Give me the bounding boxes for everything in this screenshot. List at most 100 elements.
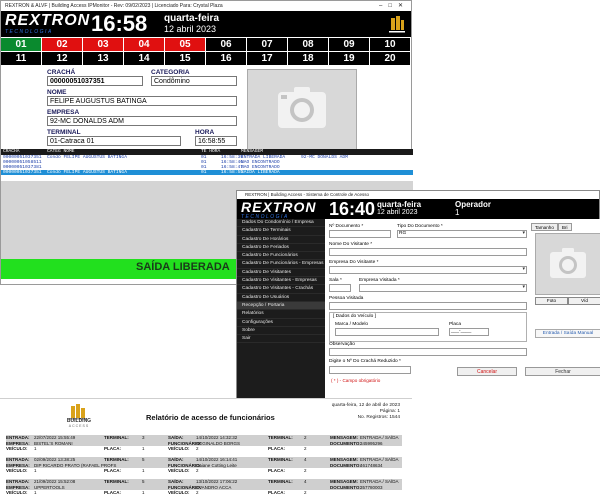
menu-item[interactable]: Recepção / Portaria <box>237 301 325 311</box>
n-documento-input[interactable] <box>329 230 391 238</box>
registration-header: REXTRON TECNOLOGIA 16:40 quarta-feira 12… <box>237 199 599 220</box>
nome-field: FELIPE AUGUSTUS BATINGA <box>47 96 237 106</box>
marca-modelo-input[interactable] <box>335 328 439 336</box>
gate-01[interactable]: 01 <box>1 38 41 51</box>
rextron-logo-small: REXTRON TECNOLOGIA <box>241 200 321 220</box>
log-row[interactable]: 00000051037351 Condô FELIPE AUGUSTUS BATI… <box>1 170 413 175</box>
gate-04[interactable]: 04 <box>124 38 164 51</box>
gate-12[interactable]: 12 <box>42 52 82 65</box>
gate-06[interactable]: 06 <box>206 38 246 51</box>
menu-item[interactable]: Cadastro De Visitantes - Empresas <box>237 277 325 286</box>
menu-item[interactable]: Configurações <box>237 319 325 327</box>
manual-entry-exit-button[interactable]: Entrada / Saída Manual <box>535 329 600 338</box>
gate-20[interactable]: 20 <box>370 52 410 65</box>
monitor-title-text: REXTRON & ALVF | Building Access IPMonit… <box>5 3 223 9</box>
record-band: ENTRADA: 21/09/2022 15:52:08 TERMINAL: 5 SAÍ… <box>6 479 402 490</box>
menu-item[interactable]: Cadastro De Visitantes - Crachás <box>237 285 325 294</box>
report-meta: quarta-feira, 12 de abril de 2023 Página… <box>332 403 400 421</box>
menu-item[interactable]: Cadastro De Funcionários <box>237 252 325 261</box>
record-placa2: 2 <box>304 468 307 473</box>
gate-row-1: 01 02 03 04 05 06 07 08 09 10 <box>1 38 411 51</box>
operator-label: Operador <box>455 200 492 209</box>
pessoa-visitada-input[interactable] <box>329 302 527 310</box>
gate-07[interactable]: 07 <box>247 38 287 51</box>
record-veiculo-lbl: VEÍCULO: <box>6 468 28 473</box>
gate-02[interactable]: 02 <box>42 38 82 51</box>
photo-button[interactable]: Foto <box>535 297 568 305</box>
record-placa: 1 <box>142 468 145 473</box>
sala-input[interactable] <box>329 284 351 292</box>
nome-visitante-input[interactable] <box>329 248 527 256</box>
record-veiculo: 1 <box>34 490 37 495</box>
empresa-visitante-label: Empresa Do Visitante * <box>329 260 379 265</box>
gate-10[interactable]: 10 <box>370 38 410 51</box>
record-veiculo2: 2 <box>196 468 199 473</box>
building-logo-icon <box>389 16 405 33</box>
tab-bri[interactable]: Bri <box>557 223 572 231</box>
record-veiculo2-lbl: VEÍCULO: <box>168 446 190 451</box>
gate-09[interactable]: 09 <box>329 38 369 51</box>
record-placa: 1 <box>142 446 145 451</box>
menu-item[interactable]: Cadastro De Horários <box>237 236 325 244</box>
side-menu: Dados Do Condomínio / Empresa Cadastro De… <box>237 219 325 399</box>
empresa-visitada-label: Empresa Visitada * <box>359 278 400 283</box>
gate-15[interactable]: 15 <box>165 52 205 65</box>
record-band: ENTRADA: 02/09/2022 13:38:25 TERMINAL: 5 SAÍ… <box>6 457 402 468</box>
nome-label: NOME <box>47 89 67 96</box>
video-button[interactable]: Víd <box>568 297 600 305</box>
report-record: ENTRADA: 02/09/2022 13:38:25 TERMINAL: 5 SAÍ… <box>6 457 402 474</box>
menu-item[interactable]: Sair <box>237 335 325 344</box>
gate-03[interactable]: 03 <box>83 38 123 51</box>
operator-info: Operador 1 <box>455 201 491 217</box>
terminal-label: TERMINAL <box>47 129 81 136</box>
window-controls[interactable]: –□✕ <box>379 1 409 11</box>
tab-tamanho[interactable]: Tamanho <box>531 223 558 231</box>
menu-item[interactable]: Cadastro De Feriados <box>237 244 325 253</box>
menu-item[interactable]: Sobre <box>237 327 325 336</box>
tipo-documento-select[interactable]: RG <box>397 230 527 238</box>
status-message: SAÍDA LIBERADA <box>136 261 230 273</box>
gate-11[interactable]: 11 <box>1 52 41 65</box>
report-record-count: No. Registros: 1544 <box>357 415 400 420</box>
gate-19[interactable]: 19 <box>329 52 369 65</box>
monitor-header: REXTRON TECNOLOGIA 16:58 quarta-feira 12… <box>1 11 411 37</box>
cracha-field: 00000051037351 <box>47 76 143 86</box>
cracha-label: CRACHÁ <box>47 69 76 76</box>
menu-item[interactable]: Cadastro De Visitantes <box>237 269 325 278</box>
tipo-documento-label: Tipo Do Documento * <box>397 224 443 229</box>
camera-icon <box>278 87 326 128</box>
empresa-visitante-select[interactable] <box>329 266 527 274</box>
gate-18[interactable]: 18 <box>288 52 328 65</box>
observacao-input[interactable] <box>329 348 527 356</box>
log-nome: Condô FELIPE AUGUSTUS BATINGA <box>47 170 127 175</box>
close-button[interactable]: Fechar <box>525 367 600 376</box>
nome-visitante-label: Nome Do Visitante * <box>329 242 373 247</box>
record-veiculo2: 2 <box>196 490 199 495</box>
record-doc: 345995296 <box>360 440 383 446</box>
categoria-field: Condômino <box>151 76 237 86</box>
gate-08[interactable]: 08 <box>288 38 328 51</box>
cracha-reduzido-input[interactable] <box>329 366 411 374</box>
cancel-button[interactable]: Cancelar <box>457 367 517 376</box>
placa-input[interactable]: ___-____ <box>449 328 489 336</box>
empresa-visitada-select[interactable] <box>359 284 527 292</box>
gate-16[interactable]: 16 <box>206 52 246 65</box>
menu-item[interactable]: Cadastro De Usuários <box>237 294 325 302</box>
menu-item[interactable]: Cadastro De Terminais <box>237 227 325 236</box>
gate-row-2: 11 12 13 14 15 16 17 18 19 20 <box>1 52 411 65</box>
gate-05[interactable]: 05 <box>165 38 205 51</box>
report-record: ENTRADA: 22/07/2022 15:55:49 TERMINAL: 3 SAÍ… <box>6 435 402 452</box>
record-veiculo2: 2 <box>196 446 199 451</box>
menu-item[interactable]: Relatórios <box>237 310 325 319</box>
record-placa2-lbl: PLACA: <box>268 490 285 495</box>
record-veiculo2-lbl: VEÍCULO: <box>168 490 190 495</box>
gate-13[interactable]: 13 <box>83 52 123 65</box>
photo-placeholder <box>247 69 357 153</box>
gate-17[interactable]: 17 <box>247 52 287 65</box>
categoria-label: CATEGORIA <box>151 69 190 76</box>
gate-14[interactable]: 14 <box>124 52 164 65</box>
weekday: quarta-feira <box>164 13 220 24</box>
menu-item[interactable]: Dados Do Condomínio / Empresa <box>237 219 325 228</box>
record-band: ENTRADA: 22/07/2022 15:55:49 TERMINAL: 3 SAÍ… <box>6 435 402 446</box>
menu-item[interactable]: Cadastro De Funcionários - Empresas <box>237 260 325 269</box>
